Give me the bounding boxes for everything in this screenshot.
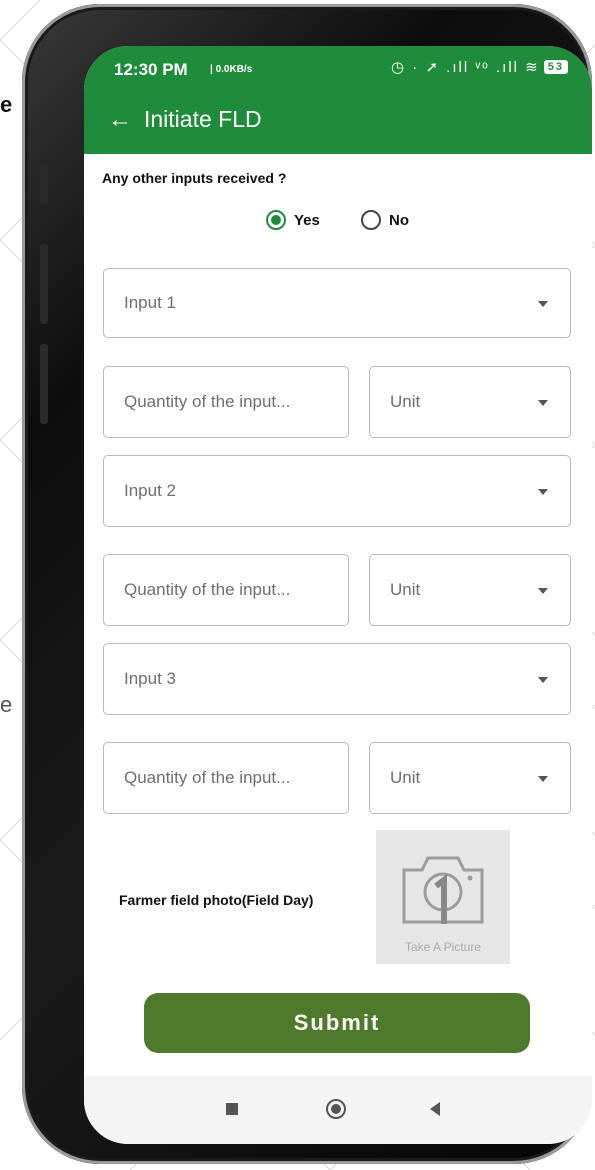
unit-2-placeholder: Unit <box>390 580 421 599</box>
dropdown-caret-icon <box>538 489 548 495</box>
phone-frame: 12:30 PM | 0.0KB/s ◷ · ➚ .ıll ᵛᵒ .ıll ≋ 5… <box>22 4 592 1164</box>
cropped-background-text: e <box>0 92 13 117</box>
submit-button[interactable]: Submit <box>144 993 530 1053</box>
unit-3-placeholder: Unit <box>390 768 421 787</box>
photo-label: Farmer field photo(Field Day) <box>119 892 314 908</box>
quantity-3-placeholder: Quantity of the input... <box>124 768 291 787</box>
input-2-select[interactable]: Input 2 <box>103 455 571 527</box>
unit-1-placeholder: Unit <box>390 392 421 411</box>
battery-icon: 53 <box>543 60 568 74</box>
dropdown-caret-icon <box>538 588 548 594</box>
input-2-placeholder: Input 2 <box>124 481 176 500</box>
radio-no[interactable]: No <box>361 210 409 230</box>
quantity-2-placeholder: Quantity of the input... <box>124 580 291 599</box>
radio-no-label: No <box>389 211 409 229</box>
take-picture-button[interactable]: Take A Picture <box>376 830 510 964</box>
unit-3-select[interactable]: Unit <box>369 742 571 814</box>
phone-side-button <box>40 244 48 324</box>
quantity-1-field[interactable]: Quantity of the input... <box>103 366 349 438</box>
nav-recents-icon[interactable] <box>226 1103 238 1115</box>
input-1-placeholder: Input 1 <box>124 293 176 312</box>
quantity-1-placeholder: Quantity of the input... <box>124 392 291 411</box>
unit-1-select[interactable]: Unit <box>369 366 571 438</box>
input-3-select[interactable]: Input 3 <box>103 643 571 715</box>
radio-yes-label: Yes <box>294 211 320 229</box>
camera-icon <box>402 856 484 924</box>
dropdown-caret-icon <box>538 301 548 307</box>
quantity-3-field[interactable]: Quantity of the input... <box>103 742 349 814</box>
unit-2-select[interactable]: Unit <box>369 554 571 626</box>
nav-back-icon[interactable] <box>430 1102 440 1116</box>
status-icons: ◷ · ➚ .ıll ᵛᵒ .ıll ≋ 53 <box>391 58 568 76</box>
quantity-2-field[interactable]: Quantity of the input... <box>103 554 349 626</box>
radio-unselected-icon <box>361 210 381 230</box>
status-time: 12:30 PM <box>114 60 188 79</box>
input-1-select[interactable]: Input 1 <box>103 268 571 338</box>
dropdown-caret-icon <box>538 400 548 406</box>
signal-wifi-icons: ◷ · ➚ .ıll ᵛᵒ .ıll ≋ <box>391 59 540 76</box>
input-3-placeholder: Input 3 <box>124 669 176 688</box>
page-title: Initiate FLD <box>144 106 262 132</box>
phone-side-button <box>40 164 48 204</box>
arrow-back-icon[interactable]: ← <box>108 106 132 134</box>
dropdown-caret-icon <box>538 677 548 683</box>
photo-caption: Take A Picture <box>404 940 482 954</box>
cropped-background-text: e <box>0 692 13 717</box>
status-network-speed: | 0.0KB/s <box>210 64 253 75</box>
radio-selected-icon <box>266 210 286 230</box>
phone-screen: 12:30 PM | 0.0KB/s ◷ · ➚ .ıll ᵛᵒ .ıll ≋ 5… <box>84 46 592 1144</box>
radio-yes[interactable]: Yes <box>266 210 320 230</box>
system-nav-bar <box>84 1076 592 1144</box>
nav-home-icon[interactable] <box>326 1099 346 1119</box>
app-bar: 12:30 PM | 0.0KB/s ◷ · ➚ .ıll ᵛᵒ .ıll ≋ 5… <box>84 46 592 154</box>
dropdown-caret-icon <box>538 776 548 782</box>
phone-side-button <box>40 344 48 424</box>
question-label: Any other inputs received ? <box>102 170 287 186</box>
